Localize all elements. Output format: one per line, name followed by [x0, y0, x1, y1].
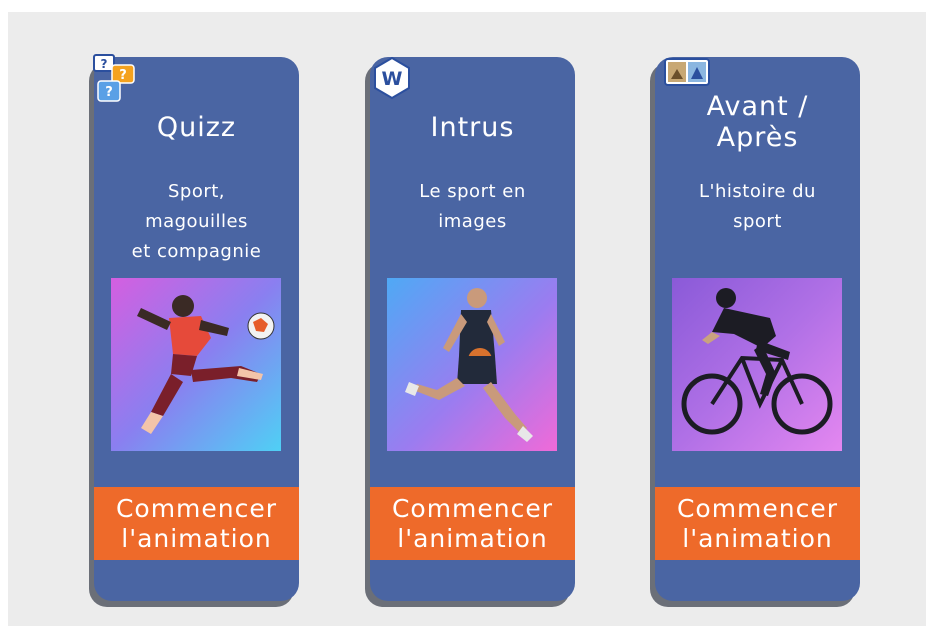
card-title: Intrus: [430, 112, 515, 143]
card-subtitle: L'histoire du sport: [699, 181, 816, 232]
svg-text:W: W: [382, 68, 403, 90]
start-animation-button[interactable]: Commencer l'animation: [655, 487, 860, 560]
w-logo-icon: W: [374, 56, 410, 100]
svg-text:?: ?: [119, 68, 127, 83]
soccer-player-photo: [111, 278, 281, 451]
card-quizz: ? ? ? Quizz Sport, magouilles et compagn…: [93, 54, 299, 601]
quiz-icon: ? ? ?: [93, 54, 135, 102]
cyclist-photo: [672, 278, 842, 451]
card-subtitle: Le sport en images: [419, 181, 526, 232]
start-animation-button[interactable]: Commencer l'animation: [370, 487, 575, 560]
before-after-icon: [664, 58, 710, 86]
card-subtitle: Sport, magouilles et compagnie: [131, 181, 262, 262]
card-avant-apres: Avant / Après L'histoire du sport Commen…: [655, 57, 860, 601]
start-animation-button[interactable]: Commencer l'animation: [94, 487, 299, 560]
animation-board: ? ? ? Quizz Sport, magouilles et compagn…: [8, 12, 926, 626]
svg-text:?: ?: [105, 85, 113, 100]
card-title: Avant / Après: [706, 91, 809, 153]
svg-text:?: ?: [101, 57, 108, 71]
basketball-player-photo: [387, 278, 557, 451]
card-intrus: W Intrus Le sport en images Commencer l'…: [370, 56, 575, 601]
card-title: Quizz: [156, 112, 237, 143]
